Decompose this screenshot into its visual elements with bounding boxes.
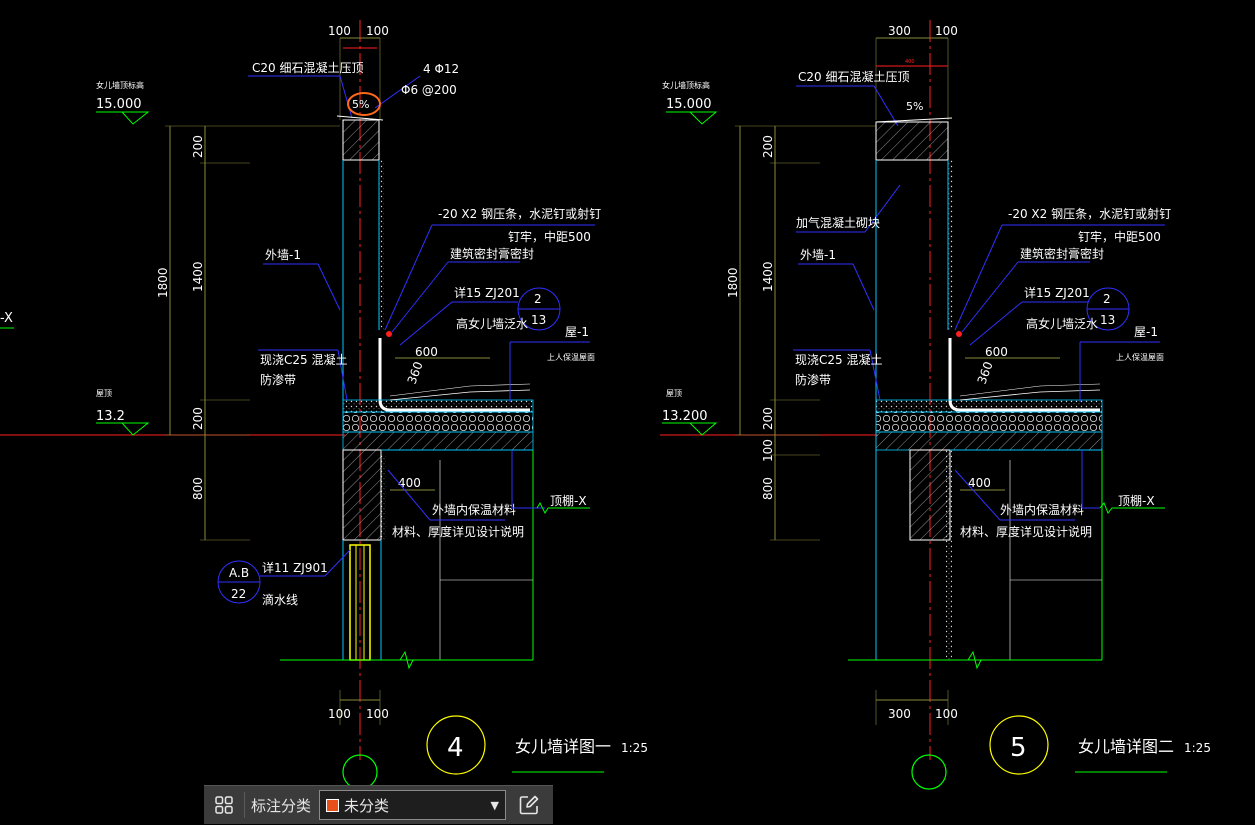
flashing-label: 高女儿墙泛水	[456, 316, 528, 331]
block-label: 加气混凝土砌块	[796, 215, 880, 230]
steel-strip-2: 钉牢，中距500	[508, 229, 591, 244]
insul5-2: 材料、厚度详见设计说明	[960, 524, 1092, 539]
roof-level: 13.2	[96, 409, 125, 424]
steel-strip-1: -20 X2 钢压条，水泥钉或射钉	[438, 206, 601, 221]
floor-label: 屋-1	[565, 325, 589, 339]
detail5-scale: 1:25	[1184, 741, 1211, 755]
dim5-800: 800	[761, 477, 775, 500]
dim-bot-a: 100	[328, 707, 351, 721]
insul-1: 外墙内保温材料	[432, 503, 516, 517]
roof-level-label: 屋顶	[96, 389, 112, 398]
roof-type: 上人保温屋面	[547, 352, 595, 362]
drip-callout-bottom: 22	[231, 587, 246, 601]
ref-line: 详15 ZJ201	[454, 285, 520, 300]
cast5-label-2: 防渗带	[795, 372, 831, 387]
slope-label: 5%	[352, 98, 369, 111]
dim5-1400: 1400	[761, 261, 775, 292]
category-select[interactable]: 未分类 ▼	[319, 790, 507, 820]
dim5-tiny: 400	[905, 59, 915, 65]
ceiling-label: 顶棚-X	[550, 493, 587, 508]
steel5-strip-2: 钉牢，中距500	[1078, 229, 1161, 244]
insul-2: 材料、厚度详见设计说明	[392, 524, 524, 539]
rebar-stirrup: Φ6 @200	[401, 83, 457, 97]
sealant: 建筑密封膏密封	[450, 246, 534, 261]
dim-1400: 1400	[191, 261, 205, 292]
wall-label: 外墙-1	[265, 248, 301, 262]
drip-callout-top: A.B	[229, 566, 249, 580]
ceiling5-label: 顶棚-X	[1118, 493, 1155, 508]
drip-ref: 详11 ZJ901	[262, 560, 328, 575]
grid-icon[interactable]	[204, 786, 244, 825]
roof5-level-label: 屋顶	[666, 389, 682, 398]
detail-number: 4	[447, 733, 464, 763]
callout5-top: 2	[1103, 292, 1111, 306]
chevron-down-icon: ▼	[490, 798, 500, 812]
dim5-top-a: 300	[888, 24, 911, 38]
edit-icon[interactable]	[510, 786, 548, 825]
callout-bottom: 13	[531, 313, 546, 327]
dim-800: 800	[191, 477, 205, 500]
ref5-line: 详15 ZJ201	[1024, 285, 1090, 300]
dim5-200a: 200	[761, 135, 775, 158]
coping5-label: C20 细石混凝土压顶	[798, 69, 909, 84]
insul5-1: 外墙内保温材料	[1000, 503, 1084, 517]
detail5-title: 女儿墙详图二	[1078, 737, 1174, 756]
annotation-toolbar: 标注分类 未分类 ▼	[204, 785, 553, 824]
callout5-bottom: 13	[1100, 313, 1115, 327]
detail-scale: 1:25	[621, 741, 648, 755]
dim-200a: 200	[191, 135, 205, 158]
dim-400: 400	[398, 476, 421, 490]
sealant5: 建筑密封膏密封	[1020, 246, 1104, 261]
dim5-bot-b: 100	[935, 707, 958, 721]
dim-600: 600	[415, 345, 438, 359]
dim5-100: 100	[761, 439, 775, 462]
category-value: 未分类	[344, 796, 390, 815]
drip-label: 滴水线	[262, 592, 298, 607]
dim-bot-b: 100	[366, 707, 389, 721]
dim-top-b: 100	[366, 24, 389, 38]
cad-drawing-canvas[interactable]: -X 100 100 C20 细石混凝土压顶 4 Φ12 Φ6 @200 5% …	[0, 0, 1255, 824]
wall5-label: 外墙-1	[800, 248, 836, 262]
parapet5-top-label: 女儿墙顶标高	[662, 80, 710, 90]
category-label: 标注分类	[251, 796, 312, 815]
dim-top-a: 100	[328, 24, 351, 38]
dim5-top-b: 100	[935, 24, 958, 38]
dim5-bot-a: 300	[888, 707, 911, 721]
parapet5-top-elev: 15.000	[666, 97, 712, 112]
rebar-main: 4 Φ12	[423, 62, 459, 76]
cast-label-2: 防渗带	[260, 372, 296, 387]
detail-title: 女儿墙详图一	[515, 737, 611, 756]
coping-label: C20 细石混凝土压顶	[252, 60, 363, 75]
floor5-label: 屋-1	[1134, 325, 1158, 339]
dim5-600: 600	[985, 345, 1008, 359]
roof5-type: 上人保温屋面	[1116, 352, 1164, 362]
dim5-200b: 200	[761, 407, 775, 430]
steel5-strip-1: -20 X2 钢压条，水泥钉或射钉	[1008, 206, 1171, 221]
cast-label-1: 现浇C25 混凝土	[260, 352, 347, 367]
cast5-label-1: 现浇C25 混凝土	[795, 352, 882, 367]
flashing5-label: 高女儿墙泛水	[1026, 316, 1098, 331]
edge-label: -X	[0, 311, 13, 326]
dim5-1800: 1800	[726, 267, 740, 298]
category-color-swatch	[326, 798, 340, 812]
detail5-number: 5	[1010, 733, 1027, 763]
slope5-label: 5%	[906, 100, 923, 113]
dim-1800: 1800	[156, 267, 170, 298]
roof5-level: 13.200	[662, 409, 708, 424]
callout-top: 2	[534, 292, 542, 306]
dim-200b: 200	[191, 407, 205, 430]
parapet-top-label: 女儿墙顶标高	[96, 80, 144, 90]
parapet-top-elev: 15.000	[96, 97, 142, 112]
